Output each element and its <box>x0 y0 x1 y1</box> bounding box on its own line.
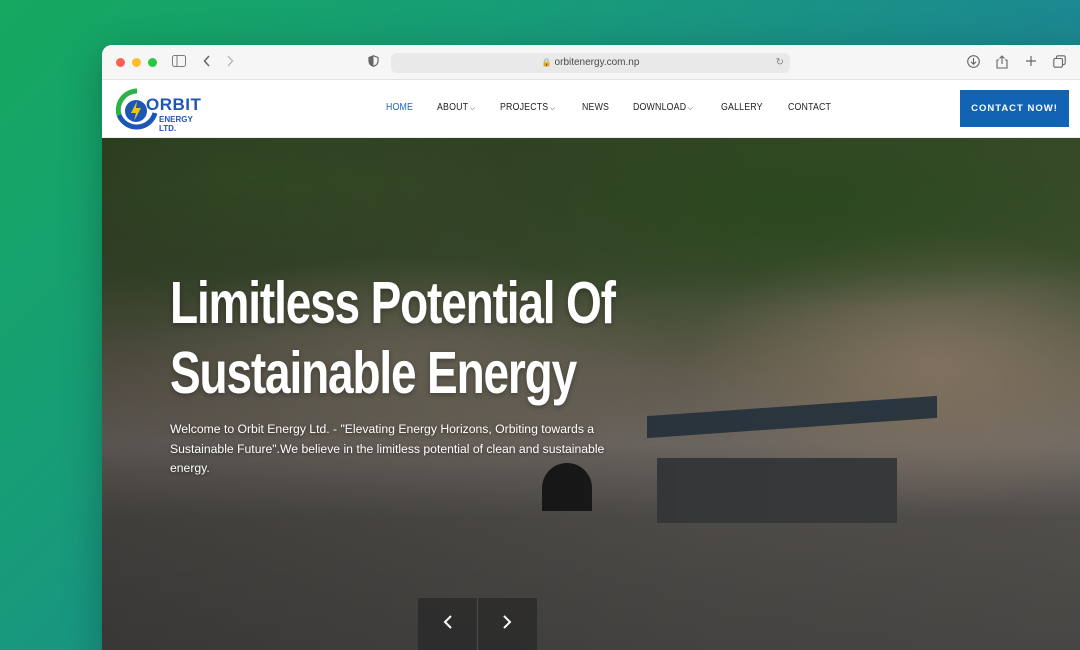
back-button[interactable] <box>203 55 211 70</box>
main-nav: HOME ABOUT ⌵ PROJECTS ⌵ NEWS DOWNLOAD ⌵ GAL… <box>386 102 857 113</box>
nav-about-label: ABOUT <box>436 102 469 113</box>
nav-news-label: NEWS <box>582 102 610 113</box>
browser-window: 🔒orbitenergy.com.np ↻ ORBIT ENERGY LTD. <box>102 45 1080 650</box>
nav-home-label: HOME <box>386 102 414 113</box>
plus-icon[interactable] <box>1025 55 1037 70</box>
lock-icon: 🔒 <box>541 58 552 67</box>
chevron-down-icon: ⌵ <box>469 105 475 112</box>
chevron-down-icon: ⌵ <box>688 105 693 112</box>
nav-gallery[interactable]: GALLERY <box>721 102 763 113</box>
tabs-icon[interactable] <box>1053 55 1066 71</box>
chevron-left-icon <box>443 615 452 629</box>
minimize-window-button[interactable] <box>132 58 141 67</box>
close-window-button[interactable] <box>116 58 125 67</box>
share-icon[interactable] <box>996 55 1008 72</box>
nav-download-label: DOWNLOAD <box>633 102 687 113</box>
hero-banner: Limitless Potential Of Sustainable Energ… <box>102 138 1080 650</box>
chevron-down-icon: ⌵ <box>549 105 555 112</box>
url-text: orbitenergy.com.np <box>554 57 640 68</box>
slider-next-button[interactable] <box>477 598 536 650</box>
nav-contact[interactable]: CONTACT <box>788 102 831 113</box>
site-header: ORBIT ENERGY LTD. HOME ABOUT ⌵ PROJECTS ⌵ … <box>102 80 1080 138</box>
sidebar-icon[interactable] <box>172 55 186 70</box>
forward-button[interactable] <box>226 55 234 70</box>
nav-news[interactable]: NEWS <box>582 102 609 113</box>
nav-projects-label: PROJECTS <box>499 102 549 113</box>
nav-contact-label: CONTACT <box>788 102 832 113</box>
browser-toolbar: 🔒 orbitenergy.com.np ↻ <box>102 45 1080 80</box>
window-controls <box>116 58 157 67</box>
slider-controls <box>418 598 537 650</box>
logo-text-orbit: ORBIT <box>146 95 202 114</box>
hero-description: Welcome to Orbit Energy Ltd. - "Elevatin… <box>170 422 605 475</box>
hero-title: Limitless Potential Of Sustainable Energ… <box>170 268 616 408</box>
nav-home[interactable]: HOME <box>386 102 413 113</box>
reload-icon[interactable]: ↻ <box>776 53 784 73</box>
hero-title-line1: Limitless Potential Of <box>170 270 616 336</box>
logo-text-energy: ENERGY LTD. <box>159 115 193 133</box>
nav-gallery-label: GALLERY <box>721 102 763 113</box>
contact-now-button[interactable]: CONTACT NOW! <box>960 90 1069 127</box>
hero-title-line2: Sustainable Energy <box>170 340 577 406</box>
address-bar[interactable]: 🔒 orbitenergy.com.np ↻ <box>391 53 790 73</box>
nav-about[interactable]: ABOUT ⌵ <box>437 102 475 113</box>
slider-prev-button[interactable] <box>418 598 477 650</box>
chevron-right-icon <box>503 615 512 629</box>
download-icon[interactable] <box>967 55 980 71</box>
nav-projects[interactable]: PROJECTS ⌵ <box>500 102 555 113</box>
maximize-window-button[interactable] <box>148 58 157 67</box>
orbit-energy-logo[interactable]: ORBIT ENERGY LTD. <box>115 87 205 133</box>
nav-download[interactable]: DOWNLOAD ⌵ <box>633 102 693 113</box>
shield-icon[interactable] <box>368 55 379 70</box>
